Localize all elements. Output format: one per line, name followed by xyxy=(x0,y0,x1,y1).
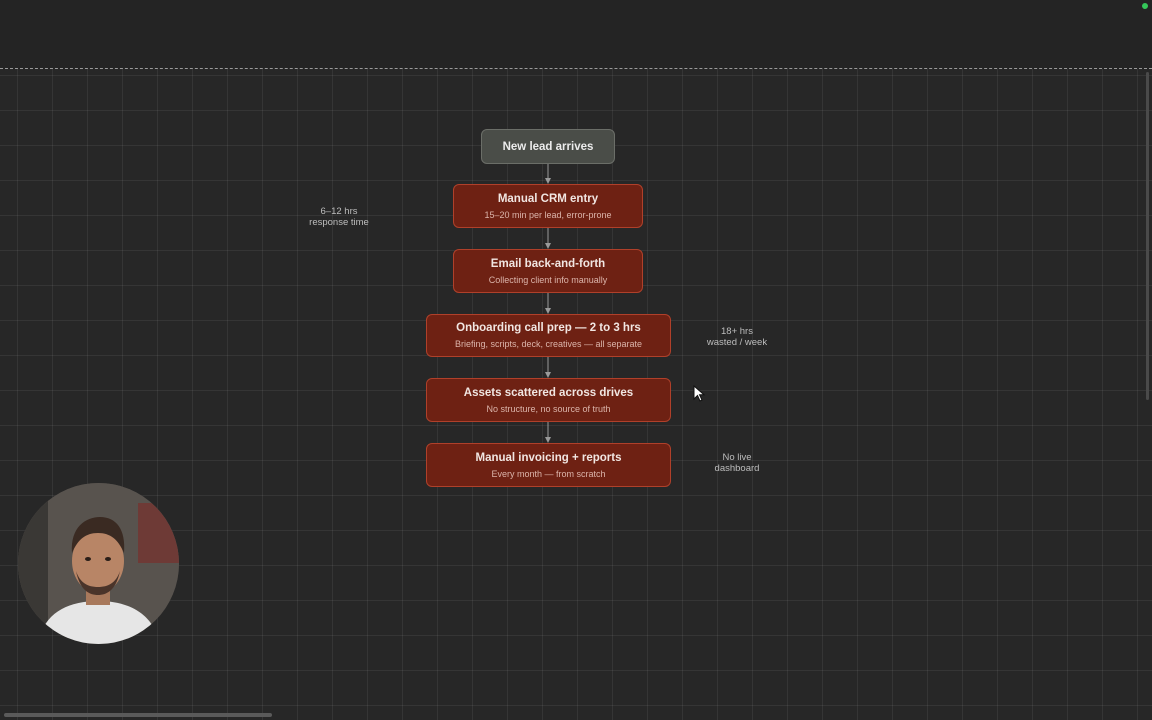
node-title: Email back-and-forth xyxy=(490,257,606,270)
node-title: Assets scattered across drives xyxy=(463,386,634,399)
annotation-line: wasted / week xyxy=(706,337,768,348)
node-manual-crm-entry[interactable]: Manual CRM entry 15–20 min per lead, err… xyxy=(453,184,643,228)
screen: New lead arrives Manual CRM entry 15–20 … xyxy=(0,0,1152,720)
node-title: Onboarding call prep — 2 to 3 hrs xyxy=(456,322,641,334)
annotation-line: No live xyxy=(722,452,752,463)
node-subtitle: Collecting client info manually xyxy=(488,274,608,285)
horizontal-scrollbar[interactable] xyxy=(4,713,272,717)
mouse-pointer-icon xyxy=(693,385,706,402)
node-title: New lead arrives xyxy=(502,140,594,153)
node-onboarding-call-prep[interactable]: Onboarding call prep — 2 to 3 hrs Briefi… xyxy=(426,314,671,357)
annotation-line: dashboard xyxy=(714,463,760,474)
vertical-scrollbar[interactable] xyxy=(1146,72,1149,400)
annotation-line: response time xyxy=(309,217,369,228)
annotation-wasted-hours: 18+ hrs wasted / week xyxy=(707,326,767,348)
top-bar xyxy=(0,0,1152,69)
node-email-back-and-forth[interactable]: Email back-and-forth Collecting client i… xyxy=(453,249,643,293)
node-subtitle: 15–20 min per lead, error-prone xyxy=(484,209,612,220)
presenter-webcam xyxy=(18,483,179,644)
presenter-avatar-icon xyxy=(18,483,179,644)
annotation-line: 18+ hrs xyxy=(721,326,753,337)
node-subtitle: Briefing, scripts, deck, creatives — all… xyxy=(454,339,643,349)
annotation-line: 6–12 hrs xyxy=(320,206,358,217)
node-title: Manual invoicing + reports xyxy=(475,451,622,464)
node-new-lead[interactable]: New lead arrives xyxy=(481,129,615,164)
node-subtitle: Every month — from scratch xyxy=(491,468,606,479)
recording-indicator-icon xyxy=(1142,3,1148,9)
node-assets-scattered[interactable]: Assets scattered across drives No struct… xyxy=(426,378,671,422)
node-title: Manual CRM entry xyxy=(497,192,599,205)
node-subtitle: No structure, no source of truth xyxy=(486,403,611,414)
annotation-no-dashboard: No live dashboard xyxy=(715,452,760,474)
annotation-response-time: 6–12 hrs response time xyxy=(309,206,369,228)
node-manual-invoicing[interactable]: Manual invoicing + reports Every month —… xyxy=(426,443,671,487)
